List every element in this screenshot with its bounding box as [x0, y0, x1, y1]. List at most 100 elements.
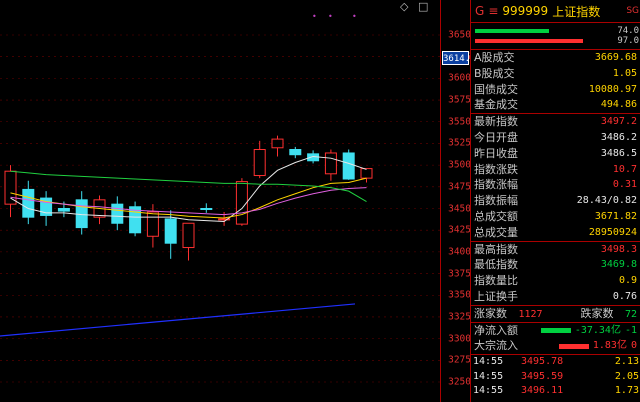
exchange-badge: SG — [626, 6, 639, 16]
diamond-icon[interactable]: ◇ — [400, 0, 408, 13]
ratio-bar-fill — [475, 29, 550, 33]
tick-time: 14:55 — [473, 385, 504, 397]
stat-row: 上证换手 0.76 — [471, 289, 640, 305]
candle-body — [22, 188, 35, 218]
stat-label: 总成交量 — [474, 225, 518, 239]
tick-time: 14:55 — [473, 356, 504, 368]
stat-row: 总成交量 28950924 — [471, 225, 640, 241]
stat-value: 28950924 — [588, 226, 637, 238]
stat-row: 国债成交 10080.97 — [471, 82, 640, 98]
stat-value: 3486.2 — [600, 131, 637, 143]
ratio-bar-value: 74.0 — [617, 26, 639, 36]
tick-time: 14:55 — [473, 370, 504, 382]
price-tick-label: 3250 — [448, 376, 471, 388]
kline-chart[interactable]: • • • ◇ □ — [0, 0, 440, 402]
stat-value: 3498.3 — [600, 243, 637, 255]
tick-row: 14:55 3495.78 2.13 — [471, 355, 640, 370]
price-tick-label: 3375 — [448, 268, 471, 280]
candle-body — [200, 208, 213, 210]
candle-body — [289, 149, 302, 156]
stat-label: 今日开盘 — [474, 130, 518, 144]
stat-row: 指数涨跌 10.7 — [471, 162, 640, 178]
tick-volume: 1.73 — [614, 385, 639, 397]
stat-value: 494.86 — [600, 99, 637, 111]
candle-body — [182, 222, 195, 249]
price-tick-label: 3450 — [448, 203, 471, 214]
stat-row: 指数量比 0.9 — [471, 273, 640, 289]
stat-value: 0.76 — [612, 290, 637, 302]
flow-extra: 0 — [630, 340, 637, 352]
breadth-row: 涨家数 1127 跌家数 72 — [471, 306, 640, 322]
flow-row: 净流入额 -37.34亿 -1 — [471, 323, 640, 339]
stat-value: 3497.2 — [600, 116, 637, 128]
stat-row: 今日开盘 3486.2 — [471, 130, 640, 146]
stat-row: 指数振幅 28.43/0.82 — [471, 193, 640, 209]
stat-value: 28.43/0.82 — [576, 195, 637, 207]
candle-body — [4, 170, 17, 205]
stat-row: 最高指数 3498.3 — [471, 242, 640, 258]
turnover-section: A股成交 3669.68 B股成交 1.05 国债成交 10080.97 基金成交 494.8… — [471, 49, 640, 113]
stat-label: 指数量比 — [474, 274, 518, 288]
menu-icon[interactable]: ≡ — [488, 4, 498, 18]
ratio-bar-row: 97.0 — [471, 36, 640, 47]
stat-label: 最新指数 — [474, 115, 518, 129]
range-section: 最高指数 3498.3 最低指数 3469.8 指数量比 0.9 上证换手 0.76 — [471, 240, 640, 305]
price-tick-label: 3350 — [448, 289, 471, 301]
stat-value: 3669.68 — [594, 52, 637, 63]
stat-label: 昨日收盘 — [474, 146, 518, 160]
marker-dot-icon: • — [352, 12, 357, 21]
tick-price: 3496.11 — [521, 385, 564, 397]
price-tick-label: 3525 — [448, 137, 471, 149]
flow-bar — [540, 327, 571, 333]
tick-volume: 2.05 — [614, 370, 639, 382]
tick-list[interactable]: 14:55 3495.78 2.13 14:55 3495.59 2.05 14:55 349… — [471, 354, 640, 399]
capital-flow-section: 净流入额 -37.34亿 -1 大宗流入 1.83亿 0 — [471, 321, 640, 355]
candle-body — [342, 152, 355, 180]
marker-dot-icon: • — [328, 12, 333, 21]
tick-row: 14:55 3495.59 2.05 — [471, 370, 640, 385]
stat-label: 指数振幅 — [474, 194, 518, 208]
square-icon[interactable]: □ — [418, 0, 428, 13]
price-tick-label: 3600 — [448, 72, 471, 84]
price-tick-label: 3300 — [448, 333, 471, 345]
price-tick-label: 3575 — [448, 94, 471, 106]
stat-row: 昨日收盘 3486.5 — [471, 146, 640, 162]
candle-body — [164, 218, 177, 244]
down-count-label: 跌家数 — [580, 306, 614, 320]
group-label[interactable]: G — [475, 4, 484, 18]
stat-value: 10.7 — [612, 163, 637, 175]
stat-label: 指数涨跌 — [474, 162, 518, 176]
up-count: 1127 — [518, 308, 543, 320]
stat-value: 0.31 — [612, 179, 637, 191]
breadth-section: 涨家数 1127 跌家数 72 — [471, 304, 640, 322]
stat-value: 3671.82 — [594, 210, 637, 222]
stat-value: 1.05 — [612, 67, 637, 79]
down-count: 72 — [624, 308, 637, 320]
index-name: 上证指数 — [552, 4, 601, 19]
stat-label: 最低指数 — [474, 258, 518, 272]
stat-label: 最高指数 — [474, 242, 518, 256]
up-count-label: 涨家数 — [474, 306, 507, 320]
candlestick-plot[interactable] — [0, 0, 440, 402]
price-tick-label: 3650 — [448, 29, 471, 41]
stat-row: 最低指数 3469.8 — [471, 257, 640, 273]
candle-body — [271, 138, 284, 149]
stat-row: A股成交 3669.68 — [471, 50, 640, 66]
tick-row: 14:55 3496.11 1.73 — [471, 384, 640, 399]
trend-line — [0, 303, 356, 337]
flow-bar — [558, 343, 589, 349]
index-stats-section: 最新指数 3497.2 今日开盘 3486.2 昨日收盘 3486.5 指数涨跌 10.7 指数… — [471, 113, 640, 240]
stat-row: 基金成交 494.86 — [471, 97, 640, 113]
stat-row: 最新指数 3497.2 — [471, 114, 640, 130]
price-tick-label: 3550 — [448, 116, 471, 128]
tick-volume: 2.13 — [614, 356, 639, 368]
price-tick-label: 3500 — [448, 159, 471, 171]
index-code: 999999 — [502, 4, 549, 18]
price-tick-label: 3275 — [448, 354, 471, 366]
panel-header: G ≡ 999999 上证指数 SG — [471, 0, 640, 23]
stat-label: 国债成交 — [474, 82, 518, 96]
ratio-bars: 74.0 97.0 — [471, 23, 640, 49]
price-tick-label: 3325 — [448, 311, 471, 323]
flow-value: 1.83亿 — [592, 340, 627, 352]
stat-label: A股成交 — [474, 51, 515, 64]
